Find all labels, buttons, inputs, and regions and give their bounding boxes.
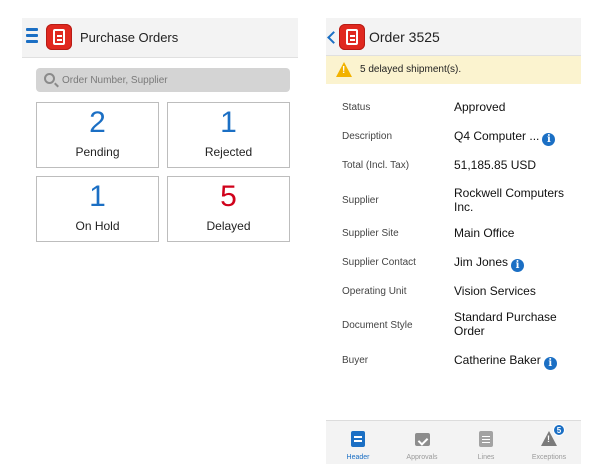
buyer-text: Catherine Baker bbox=[454, 353, 541, 367]
purchase-order-app-icon bbox=[339, 24, 365, 50]
supplier-contact-value: Jim Jones i bbox=[454, 255, 574, 272]
approval-check-icon bbox=[415, 433, 430, 446]
rejected-count: 1 bbox=[220, 106, 237, 139]
tab-exceptions[interactable]: 5 Exceptions bbox=[517, 421, 581, 465]
order-detail-screen: Order 3525 5 delayed shipment(s). Status… bbox=[326, 18, 581, 464]
document-style-value: Standard Purchase Order bbox=[454, 310, 557, 338]
alert-text: 5 delayed shipment(s). bbox=[360, 64, 462, 75]
page-title: Purchase Orders bbox=[80, 30, 179, 45]
operating-unit-label: Operating Unit bbox=[342, 286, 407, 297]
tab-approvals-label: Approvals bbox=[406, 454, 438, 461]
delayed-count: 5 bbox=[220, 180, 237, 213]
supplier-contact-text: Jim Jones bbox=[454, 255, 509, 269]
delayed-label: Delayed bbox=[206, 219, 251, 233]
description-value: Q4 Computer ... i bbox=[454, 129, 574, 146]
total-label: Total (Incl. Tax) bbox=[342, 160, 410, 171]
pending-label: Pending bbox=[75, 145, 120, 159]
buyer-info-icon[interactable]: i bbox=[543, 357, 557, 370]
supplier-site-label: Supplier Site bbox=[342, 228, 399, 239]
tab-lines[interactable]: Lines bbox=[454, 421, 518, 465]
tab-header[interactable]: Header bbox=[326, 421, 390, 465]
back-chevron-icon[interactable] bbox=[326, 30, 336, 44]
on-hold-label: On Hold bbox=[75, 219, 120, 233]
buyer-value: Catherine Baker i bbox=[454, 353, 574, 370]
tab-header-label: Header bbox=[346, 454, 370, 461]
status-label: Status bbox=[342, 102, 371, 113]
pending-tile[interactable]: 2 Pending bbox=[36, 102, 159, 168]
total-value: 51,185.85 USD bbox=[454, 158, 537, 172]
supplier-contact-label: Supplier Contact bbox=[342, 257, 416, 268]
order-title: Order 3525 bbox=[369, 29, 440, 45]
status-value: Approved bbox=[454, 100, 506, 114]
description-text: Q4 Computer ... bbox=[454, 129, 540, 143]
purchase-orders-header: Purchase Orders bbox=[22, 18, 298, 58]
document-icon bbox=[351, 431, 365, 447]
bottom-tab-bar: Header Approvals Lines 5 Exceptions bbox=[326, 420, 581, 464]
warning-icon bbox=[336, 62, 352, 77]
search-input[interactable] bbox=[62, 71, 282, 89]
on-hold-tile[interactable]: 1 On Hold bbox=[36, 176, 159, 242]
description-info-icon[interactable]: i bbox=[542, 133, 556, 146]
delayed-tile[interactable]: 5 Delayed bbox=[167, 176, 290, 242]
supplier-label: Supplier bbox=[342, 195, 379, 206]
order-header: Order 3525 bbox=[326, 18, 581, 56]
tab-approvals[interactable]: Approvals bbox=[390, 421, 454, 465]
buyer-label: Buyer bbox=[342, 355, 369, 366]
lines-list-icon bbox=[479, 431, 493, 447]
tab-lines-label: Lines bbox=[477, 454, 495, 461]
pending-count: 2 bbox=[89, 106, 106, 139]
supplier-value: Rockwell Computers Inc. bbox=[454, 186, 565, 214]
search-icon bbox=[44, 73, 55, 84]
rejected-label: Rejected bbox=[204, 145, 253, 159]
on-hold-count: 1 bbox=[89, 180, 106, 213]
operating-unit-value: Vision Services bbox=[454, 284, 536, 298]
exceptions-badge: 5 bbox=[553, 424, 565, 436]
description-label: Description bbox=[342, 131, 393, 142]
purchase-order-app-icon bbox=[46, 24, 72, 50]
hamburger-menu-icon[interactable] bbox=[26, 28, 38, 44]
supplier-site-value: Main Office bbox=[454, 226, 515, 240]
search-bar[interactable] bbox=[36, 68, 290, 92]
supplier-contact-info-icon[interactable]: i bbox=[511, 259, 525, 272]
rejected-tile[interactable]: 1 Rejected bbox=[167, 102, 290, 168]
delayed-shipments-alert[interactable]: 5 delayed shipment(s). bbox=[326, 56, 581, 84]
purchase-orders-screen: Purchase Orders 2 Pending 1 Rejected 1 O… bbox=[22, 18, 298, 468]
tab-exceptions-label: Exceptions bbox=[531, 454, 567, 461]
document-style-label: Document Style bbox=[342, 320, 413, 331]
